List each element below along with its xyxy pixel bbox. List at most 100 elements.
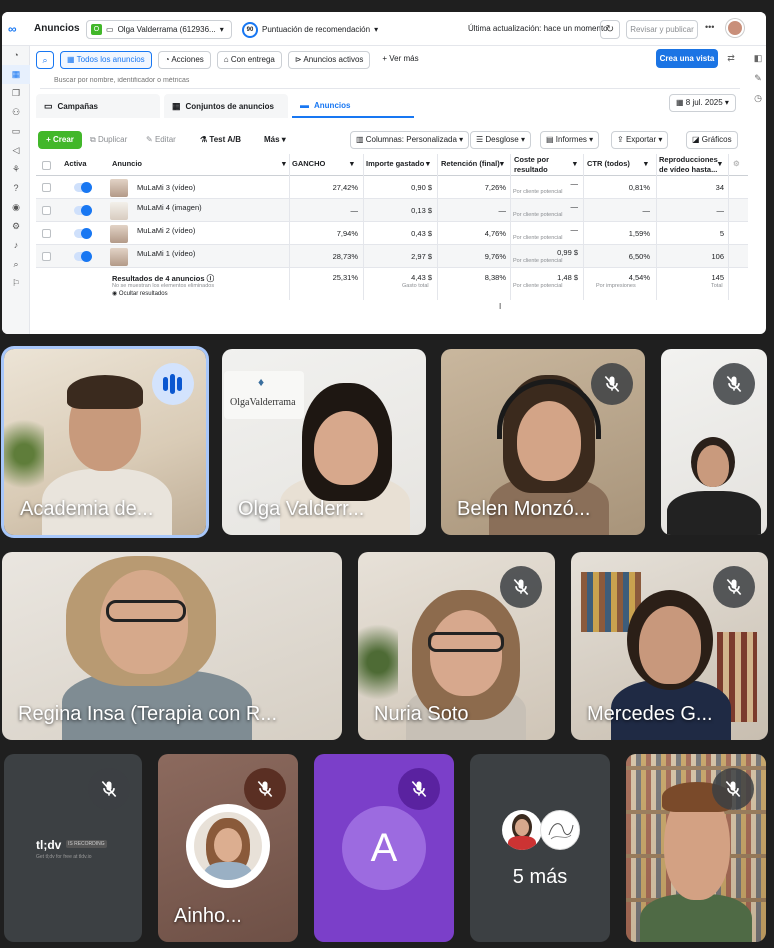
participant-tile-a[interactable]: A bbox=[314, 754, 454, 942]
tab-campaigns[interactable]: ▭ Campañas bbox=[36, 94, 160, 118]
right-nav: ◧ ✎ ◷ bbox=[750, 46, 766, 334]
more-button[interactable]: Más ▾ bbox=[264, 131, 286, 149]
more-participants-tile[interactable]: 5 más bbox=[470, 754, 610, 942]
sort-icon[interactable]: ▾ bbox=[426, 159, 430, 168]
date-picker[interactable]: ▦ 8 jul. 2025 ▾ bbox=[669, 94, 736, 112]
table-row[interactable]: MuLaMi 2 (vídeo) 7,94% 0,43 $ 4,76% — Po… bbox=[36, 222, 748, 245]
breakdown-button[interactable]: ☰ Desglose ▾ bbox=[470, 131, 532, 149]
edit-button[interactable]: ✎ Editar bbox=[146, 131, 176, 149]
row-checkbox[interactable] bbox=[42, 229, 51, 238]
table-row[interactable]: MuLaMi 1 (vídeo) 28,73% 2,97 $ 9,76% 0,9… bbox=[36, 245, 748, 268]
dashboard-icon[interactable]: ◔ bbox=[2, 46, 30, 65]
participant-tile-mercedes[interactable]: Mercedes G... bbox=[571, 552, 768, 740]
sort-icon[interactable]: ▾ bbox=[718, 159, 722, 168]
megaphone-icon[interactable]: ◁ bbox=[2, 141, 30, 160]
participant-tile-olga[interactable]: ♦ OlgaValderrama Olga Valderr... bbox=[222, 349, 426, 535]
settings-icon[interactable]: ⚙ bbox=[2, 217, 30, 236]
help-icon[interactable]: ? bbox=[2, 179, 30, 198]
shared-screen: ∞ Anuncios O ▭ Olga Valderrama (612936..… bbox=[2, 12, 766, 334]
review-publish-button[interactable]: Revisar y publicar bbox=[626, 20, 698, 39]
col-plays-line1[interactable]: Reproducciones bbox=[659, 155, 718, 164]
row-checkbox[interactable] bbox=[42, 252, 51, 261]
user-avatar[interactable] bbox=[726, 19, 744, 37]
columns-button[interactable]: ▥ Columnas: Personalizada ▾ bbox=[350, 131, 470, 149]
ab-test-button[interactable]: ⚗ Test A/B bbox=[200, 131, 241, 149]
more-options-icon[interactable]: ••• bbox=[705, 22, 714, 32]
participant-tile-regina[interactable]: Regina Insa (Terapia con R... bbox=[2, 552, 342, 740]
table-row[interactable]: MuLaMi 4 (imagen) — 0,13 $ — — Por clien… bbox=[36, 199, 748, 222]
sort-icon[interactable]: ▾ bbox=[282, 159, 286, 168]
col-cost-line2[interactable]: resultado bbox=[514, 165, 548, 174]
col-hook[interactable]: GANCHO bbox=[292, 159, 325, 168]
billing-icon[interactable]: ▭ bbox=[2, 122, 30, 141]
account-selector[interactable]: O ▭ Olga Valderrama (612936... ▾ bbox=[86, 20, 232, 39]
active-toggle[interactable] bbox=[74, 182, 92, 193]
active-ads-button[interactable]: ⊳ Anuncios activos bbox=[287, 51, 371, 69]
col-plays-line2[interactable]: de vídeo hasta... bbox=[659, 165, 717, 174]
hide-results-button[interactable]: ◉ Ocultar resultados bbox=[112, 290, 168, 297]
view-settings-icon[interactable]: ⇄ bbox=[722, 49, 740, 68]
clock-icon[interactable]: ◷ bbox=[750, 90, 766, 106]
notifications-icon[interactable]: ◉ bbox=[2, 198, 30, 217]
sort-icon[interactable]: ▾ bbox=[644, 159, 648, 168]
chart-icon[interactable]: ◧ bbox=[750, 50, 766, 66]
active-toggle[interactable] bbox=[74, 251, 92, 262]
participant-tile-ainhoa[interactable]: Ainho... bbox=[158, 754, 298, 942]
row-checkbox[interactable] bbox=[42, 206, 51, 215]
active-toggle[interactable] bbox=[74, 205, 92, 216]
with-delivery-button[interactable]: ⌂ Con entrega bbox=[216, 51, 282, 69]
row-checkbox[interactable] bbox=[42, 183, 51, 192]
pages-icon[interactable]: ❐ bbox=[2, 84, 30, 103]
muted-mic-icon bbox=[88, 768, 130, 810]
col-retention[interactable]: Retención (final) bbox=[441, 159, 500, 168]
col-spent[interactable]: Importe gastado bbox=[366, 159, 424, 168]
briefcase-icon: ▭ bbox=[106, 25, 114, 34]
search-icon[interactable]: ⌕ bbox=[36, 51, 54, 69]
sort-icon[interactable]: ▾ bbox=[573, 159, 577, 168]
info-icon[interactable]: ⓘ bbox=[207, 274, 215, 283]
table-row[interactable]: MuLaMi 3 (vídeo) 27,42% 0,90 $ 7,26% — P… bbox=[36, 176, 748, 199]
actions-button[interactable]: ◔ Acciones bbox=[157, 51, 211, 69]
export-button[interactable]: ⇪ Exportar ▾ bbox=[611, 131, 669, 149]
charts-button[interactable]: ◪ Gráficos bbox=[686, 131, 738, 149]
select-all-checkbox[interactable] bbox=[42, 161, 51, 170]
participant-tile-nuria[interactable]: Nuria Soto bbox=[358, 552, 555, 740]
active-toggle[interactable] bbox=[74, 228, 92, 239]
ad-name[interactable]: MuLaMi 2 (vídeo) bbox=[137, 226, 195, 235]
tab-adsets[interactable]: ▦ Conjuntos de anuncios bbox=[164, 94, 288, 118]
all-ads-button[interactable]: ▦ Todos los anuncios bbox=[60, 51, 152, 69]
audience-icon[interactable]: ⚇ bbox=[2, 103, 30, 122]
duplicate-button[interactable]: ⧉ Duplicar bbox=[90, 131, 127, 149]
col-active[interactable]: Activa bbox=[64, 159, 87, 168]
network-icon[interactable]: ⚘ bbox=[2, 160, 30, 179]
participant-tile-unnamed[interactable] bbox=[661, 349, 767, 535]
ad-name[interactable]: MuLaMi 3 (vídeo) bbox=[137, 183, 195, 192]
search-icon[interactable]: ⌕ bbox=[2, 255, 30, 274]
col-ctr[interactable]: CTR (todos) bbox=[587, 159, 630, 168]
create-button[interactable]: + Crear bbox=[38, 131, 82, 149]
participant-tile-academia[interactable]: Academia de... bbox=[4, 349, 206, 535]
ad-name[interactable]: MuLaMi 1 (vídeo) bbox=[137, 249, 195, 258]
create-view-button[interactable]: Crea una vista bbox=[656, 49, 718, 68]
pencil-icon[interactable]: ✎ bbox=[750, 70, 766, 86]
participant-tile-bookshelf-man[interactable] bbox=[626, 754, 766, 942]
report-icon[interactable]: ⚐ bbox=[2, 274, 30, 293]
gear-icon[interactable]: ⚙ bbox=[733, 159, 740, 168]
reports-button[interactable]: ▤ Informes ▾ bbox=[540, 131, 600, 149]
sort-icon[interactable]: ▾ bbox=[350, 159, 354, 168]
ad-name[interactable]: MuLaMi 4 (imagen) bbox=[137, 203, 202, 212]
recommendation-score[interactable]: 90 Puntuación de recomendación ▾ bbox=[242, 20, 378, 39]
sort-icon[interactable]: ▾ bbox=[500, 159, 504, 168]
cost-value: 0,99 $ bbox=[557, 248, 578, 257]
col-ad[interactable]: Anuncio bbox=[112, 159, 142, 168]
tab-ads[interactable]: ▬ Anuncios bbox=[292, 94, 414, 118]
ad-thumbnail bbox=[110, 202, 128, 220]
bell-icon[interactable]: ♪ bbox=[2, 236, 30, 255]
grid-icon[interactable]: ▦ bbox=[2, 65, 30, 84]
col-cost-line1[interactable]: Coste por bbox=[514, 155, 549, 164]
see-more-button[interactable]: + Ver más bbox=[376, 51, 425, 69]
refresh-button[interactable]: ↻ bbox=[600, 20, 620, 39]
participant-tile-belen[interactable]: Belen Monzó... bbox=[441, 349, 645, 535]
participant-tile-tldv[interactable]: tl;dv IS RECORDING Get tl;dv for free at… bbox=[4, 754, 142, 942]
search-input[interactable] bbox=[40, 73, 740, 89]
